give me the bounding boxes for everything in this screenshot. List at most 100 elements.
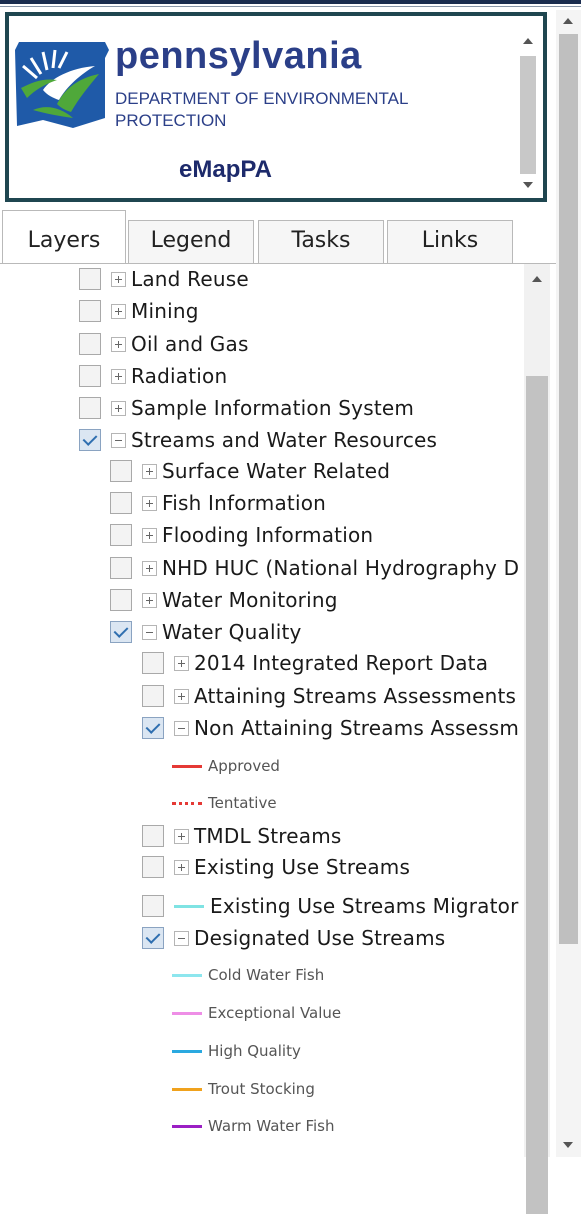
expand-icon[interactable] [174, 828, 189, 844]
collapse-icon[interactable] [142, 624, 157, 640]
expand-icon[interactable] [174, 859, 189, 875]
legend-label: Warm Water Fish [208, 1117, 335, 1135]
legend-line-icon [172, 764, 202, 768]
checkbox[interactable] [79, 268, 101, 290]
header-panel: pennsylvania DEPARTMENT OF ENVIRONMENTAL… [5, 12, 547, 202]
layer-tree-scrollbar[interactable] [524, 264, 550, 1214]
layer-label: Sample Information System [131, 396, 415, 420]
checkbox[interactable] [79, 333, 101, 355]
top-border [0, 0, 581, 4]
layer-mining[interactable]: Mining [79, 296, 199, 326]
layer-oil-gas[interactable]: Oil and Gas [79, 329, 249, 359]
pa-keystone-logo-icon [15, 42, 109, 128]
checkbox[interactable] [142, 685, 164, 707]
layer-label: Streams and Water Resources [131, 428, 438, 452]
checkbox[interactable] [79, 365, 101, 387]
layer-nhd-huc[interactable]: NHD HUC (National Hydrography D [110, 553, 519, 583]
layer-scroll-thumb[interactable] [526, 376, 548, 1214]
layer-label: TMDL Streams [194, 824, 342, 848]
layer-label: Water Quality [162, 620, 302, 644]
layer-existing-migratory[interactable]: Existing Use Streams Migrator [142, 891, 519, 921]
layer-2014-integrated[interactable]: 2014 Integrated Report Data [142, 648, 488, 678]
legend-line-icon [172, 1011, 202, 1015]
collapse-icon[interactable] [174, 720, 189, 736]
header-scroll-thumb[interactable] [520, 56, 536, 174]
checkbox[interactable] [110, 524, 132, 546]
checkbox[interactable] [110, 589, 132, 611]
checkbox[interactable] [110, 557, 132, 579]
legend-line-icon [172, 973, 202, 977]
expand-icon[interactable] [111, 271, 126, 287]
checkbox[interactable] [142, 652, 164, 674]
page-scroll-down-icon[interactable] [563, 1142, 573, 1148]
layer-streams-water[interactable]: Streams and Water Resources [79, 425, 437, 455]
tab-layers[interactable]: Layers [2, 210, 126, 264]
collapse-icon[interactable] [111, 432, 126, 448]
legend-label: Cold Water Fish [208, 966, 325, 984]
checkbox[interactable] [79, 397, 101, 419]
layer-radiation[interactable]: Radiation [79, 361, 227, 391]
expand-icon[interactable] [111, 368, 126, 384]
checkbox[interactable] [79, 300, 101, 322]
layer-label: Existing Use Streams Migrator [210, 894, 519, 918]
top-border-line [0, 6, 581, 7]
header-scrollbar[interactable] [517, 24, 539, 196]
layer-label: Mining [131, 299, 199, 323]
collapse-icon[interactable] [174, 930, 189, 946]
legend-label: Approved [208, 757, 280, 775]
expand-icon[interactable] [111, 400, 126, 416]
checkbox-checked[interactable] [142, 927, 164, 949]
checkbox[interactable] [142, 895, 164, 917]
legend-label: Tentative [208, 794, 277, 812]
checkbox-checked[interactable] [110, 621, 132, 643]
layer-water-quality[interactable]: Water Quality [110, 617, 302, 647]
layer-tmdl[interactable]: TMDL Streams [142, 821, 342, 851]
checkbox[interactable] [142, 856, 164, 878]
layer-non-attaining[interactable]: Non Attaining Streams Assessm [142, 713, 519, 743]
layer-land-reuse[interactable]: Land Reuse [79, 264, 249, 294]
layer-label: Radiation [131, 364, 228, 388]
layer-attaining[interactable]: Attaining Streams Assessments [142, 681, 516, 711]
expand-icon[interactable] [142, 527, 157, 543]
org-subtitle-line2: PROTECTION [115, 111, 227, 130]
expand-icon[interactable] [174, 688, 189, 704]
layer-fish-info[interactable]: Fish Information [110, 488, 326, 518]
legend-warm-water-fish: Warm Water Fish [172, 1111, 334, 1141]
legend-line-icon [172, 1049, 202, 1053]
layer-label: 2014 Integrated Report Data [194, 651, 489, 675]
legend-high-quality: High Quality [172, 1036, 301, 1066]
layer-flooding[interactable]: Flooding Information [110, 520, 373, 550]
tab-tasks[interactable]: Tasks [258, 220, 384, 264]
expand-icon[interactable] [174, 655, 189, 671]
scroll-down-icon[interactable] [523, 182, 533, 188]
page-scroll-up-icon[interactable] [563, 18, 573, 24]
tab-legend[interactable]: Legend [128, 220, 254, 264]
checkbox[interactable] [110, 492, 132, 514]
legend-line-icon [172, 1124, 202, 1128]
checkbox-checked[interactable] [142, 717, 164, 739]
legend-exceptional-value: Exceptional Value [172, 998, 341, 1028]
expand-icon[interactable] [142, 560, 157, 576]
legend-dotted-line-icon [172, 801, 202, 805]
page-scrollbar[interactable] [556, 10, 581, 1157]
expand-icon[interactable] [142, 463, 157, 479]
layer-designated-use[interactable]: Designated Use Streams [142, 923, 445, 953]
layer-water-monitoring[interactable]: Water Monitoring [110, 585, 338, 615]
checkbox[interactable] [110, 460, 132, 482]
layer-existing-use[interactable]: Existing Use Streams [142, 852, 410, 882]
expand-icon[interactable] [142, 495, 157, 511]
scroll-up-icon[interactable] [523, 38, 533, 44]
layer-label: Water Monitoring [162, 588, 338, 612]
org-title: pennsylvania [115, 35, 362, 77]
page-scroll-thumb[interactable] [559, 34, 578, 944]
expand-icon[interactable] [111, 336, 126, 352]
layer-scroll-up-icon[interactable] [532, 276, 542, 282]
layer-surface-water[interactable]: Surface Water Related [110, 456, 390, 486]
tab-bar: Layers Legend Tasks Links [0, 208, 556, 264]
expand-icon[interactable] [142, 592, 157, 608]
checkbox-checked[interactable] [79, 429, 101, 451]
expand-icon[interactable] [111, 303, 126, 319]
checkbox[interactable] [142, 825, 164, 847]
layer-sample-info[interactable]: Sample Information System [79, 393, 414, 423]
tab-links[interactable]: Links [387, 220, 513, 264]
